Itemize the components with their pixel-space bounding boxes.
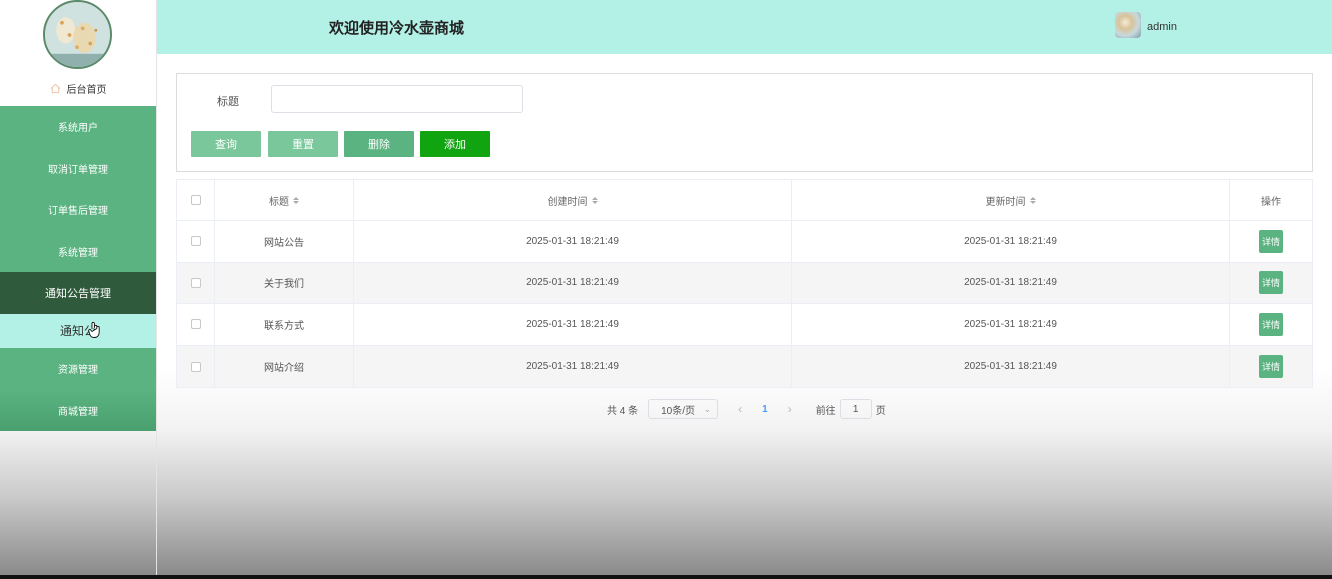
table-header-row: 标题 创建时间 更新时间 操作	[177, 180, 1312, 221]
cell-op: 详情	[1230, 346, 1312, 388]
column-header-label: 标题	[269, 196, 289, 208]
page-size-select[interactable]: 10条/页 ⌄	[648, 399, 719, 419]
column-header-title[interactable]: 标题	[215, 180, 354, 220]
cell-created: 2025-01-31 18:21:49	[354, 304, 792, 345]
cell-op: 详情	[1230, 304, 1312, 345]
pagination: 共 4 条 10条/页 ⌄ ‹ 1 › 前往 1 页	[607, 399, 886, 419]
sidebar-item-after-sales[interactable]: 订单售后管理	[0, 189, 156, 231]
row-checkbox[interactable]	[190, 361, 201, 372]
row-checkbox[interactable]	[190, 277, 201, 288]
bottom-edge	[0, 575, 1332, 579]
cell-op: 详情	[1230, 221, 1312, 262]
cell-updated: 2025-01-31 18:21:49	[792, 345, 1230, 388]
sidebar-item-notice-management[interactable]: 通知公告管理	[0, 272, 156, 314]
detail-button[interactable]: 详情	[1259, 229, 1283, 253]
sidebar-item-label: 通知公告管理	[45, 288, 111, 301]
detail-button[interactable]: 详情	[1259, 271, 1283, 295]
home-icon	[50, 83, 60, 93]
table-row: 网站公告 2025-01-31 18:21:49 2025-01-31 18:2…	[177, 221, 1312, 263]
username-label[interactable]: admin	[1147, 21, 1177, 33]
cell-title: 联系方式	[215, 304, 354, 345]
row-select-cell	[177, 345, 215, 388]
cell-updated: 2025-01-31 18:21:49	[792, 304, 1230, 345]
column-header-label: 更新时间	[985, 196, 1026, 208]
column-header-op: 操作	[1230, 180, 1312, 220]
sidebar-item-cancel-orders[interactable]: 取消订单管理	[0, 147, 156, 190]
reset-button[interactable]: 重置	[268, 131, 338, 157]
chevron-down-icon: ⌄	[703, 403, 712, 414]
sidebar-item-label: 取消订单管理	[48, 164, 108, 176]
prev-page-icon[interactable]: ‹	[738, 402, 742, 416]
page-size-value: 10条/页	[661, 405, 696, 417]
column-header-label: 操作	[1261, 196, 1281, 208]
row-select-cell	[177, 262, 215, 304]
page-title: 欢迎使用冷水壶商城	[329, 20, 465, 37]
next-page-icon[interactable]: ›	[788, 402, 792, 416]
query-button[interactable]: 查询	[191, 131, 261, 157]
cell-created: 2025-01-31 18:21:49	[354, 345, 792, 388]
row-select-cell	[177, 221, 215, 262]
cell-title: 网站公告	[215, 221, 354, 262]
logo-image	[43, 0, 112, 69]
detail-button[interactable]: 详情	[1259, 355, 1283, 379]
avatar[interactable]	[1115, 12, 1141, 38]
cell-updated: 2025-01-31 18:21:49	[792, 221, 1230, 262]
logo-art	[45, 2, 110, 67]
sidebar-item-resources[interactable]: 资源管理	[0, 347, 156, 390]
sidebar-item-mall[interactable]: 商城管理	[0, 389, 156, 432]
add-button[interactable]: 添加	[420, 131, 490, 157]
table-row: 联系方式 2025-01-31 18:21:49 2025-01-31 18:2…	[177, 304, 1312, 346]
goto-suffix: 页	[875, 405, 886, 417]
home-link-label: 后台首页	[66, 84, 107, 96]
table-row: 关于我们 2025-01-31 18:21:49 2025-01-31 18:2…	[177, 262, 1312, 305]
sidebar-item-system-users[interactable]: 系统用户	[0, 106, 156, 148]
logo-area: 后台首页	[0, 0, 156, 106]
notice-table: 标题 创建时间 更新时间 操作 网站公告 2025-01-31 18:21:49…	[176, 179, 1313, 389]
sidebar-item-label: 商城管理	[58, 406, 98, 418]
home-link[interactable]: 后台首页	[0, 80, 156, 96]
cell-title: 关于我们	[215, 262, 354, 304]
sidebar-item-label: 系统管理	[58, 248, 98, 260]
delete-button[interactable]: 删除	[344, 131, 414, 157]
sidebar-item-system-management[interactable]: 系统管理	[0, 230, 156, 273]
sidebar-subitem-notice[interactable]: 通知公	[0, 313, 156, 348]
sidebar-item-label: 订单售后管理	[48, 206, 108, 218]
search-panel: 标题 查询 重置 删除 添加	[176, 73, 1313, 172]
detail-button[interactable]: 详情	[1259, 312, 1283, 336]
column-header-created[interactable]: 创建时间	[354, 180, 792, 220]
column-header-label: 创建时间	[547, 196, 588, 208]
row-checkbox[interactable]	[190, 319, 201, 330]
sidebar: 后台首页 系统用户 取消订单管理 订单售后管理 系统管理 通知公告管理 通知公 …	[0, 0, 157, 575]
hand-cursor-icon	[88, 321, 100, 338]
column-header-updated[interactable]: 更新时间	[792, 180, 1230, 220]
title-search-input[interactable]	[271, 85, 523, 113]
cell-title: 网站介绍	[215, 345, 354, 388]
cell-created: 2025-01-31 18:21:49	[354, 221, 792, 262]
cell-created: 2025-01-31 18:21:49	[354, 262, 792, 304]
row-select-cell	[177, 304, 215, 345]
goto-page-input[interactable]: 1	[839, 399, 872, 419]
sort-icon[interactable]	[1029, 196, 1036, 204]
row-checkbox[interactable]	[190, 236, 201, 247]
sort-icon[interactable]	[293, 196, 299, 204]
total-count: 共 4 条	[607, 405, 639, 417]
select-all-checkbox[interactable]	[190, 195, 201, 205]
select-all-cell	[177, 180, 215, 220]
cell-op: 详情	[1230, 263, 1312, 304]
sidebar-menu: 系统用户 取消订单管理 订单售后管理 系统管理 通知公告管理 通知公 资源管理 …	[0, 106, 156, 432]
table-row: 网站介绍 2025-01-31 18:21:49 2025-01-31 18:2…	[177, 345, 1312, 388]
cell-updated: 2025-01-31 18:21:49	[792, 262, 1230, 304]
sidebar-item-label: 资源管理	[58, 365, 98, 377]
goto-prefix: 前往	[815, 405, 836, 417]
title-field-label: 标题	[217, 96, 239, 108]
top-header: 欢迎使用冷水壶商城 admin	[157, 0, 1332, 54]
sidebar-item-label: 系统用户	[58, 123, 98, 135]
sort-icon[interactable]	[591, 196, 598, 204]
page-number-current[interactable]: 1	[762, 404, 768, 415]
